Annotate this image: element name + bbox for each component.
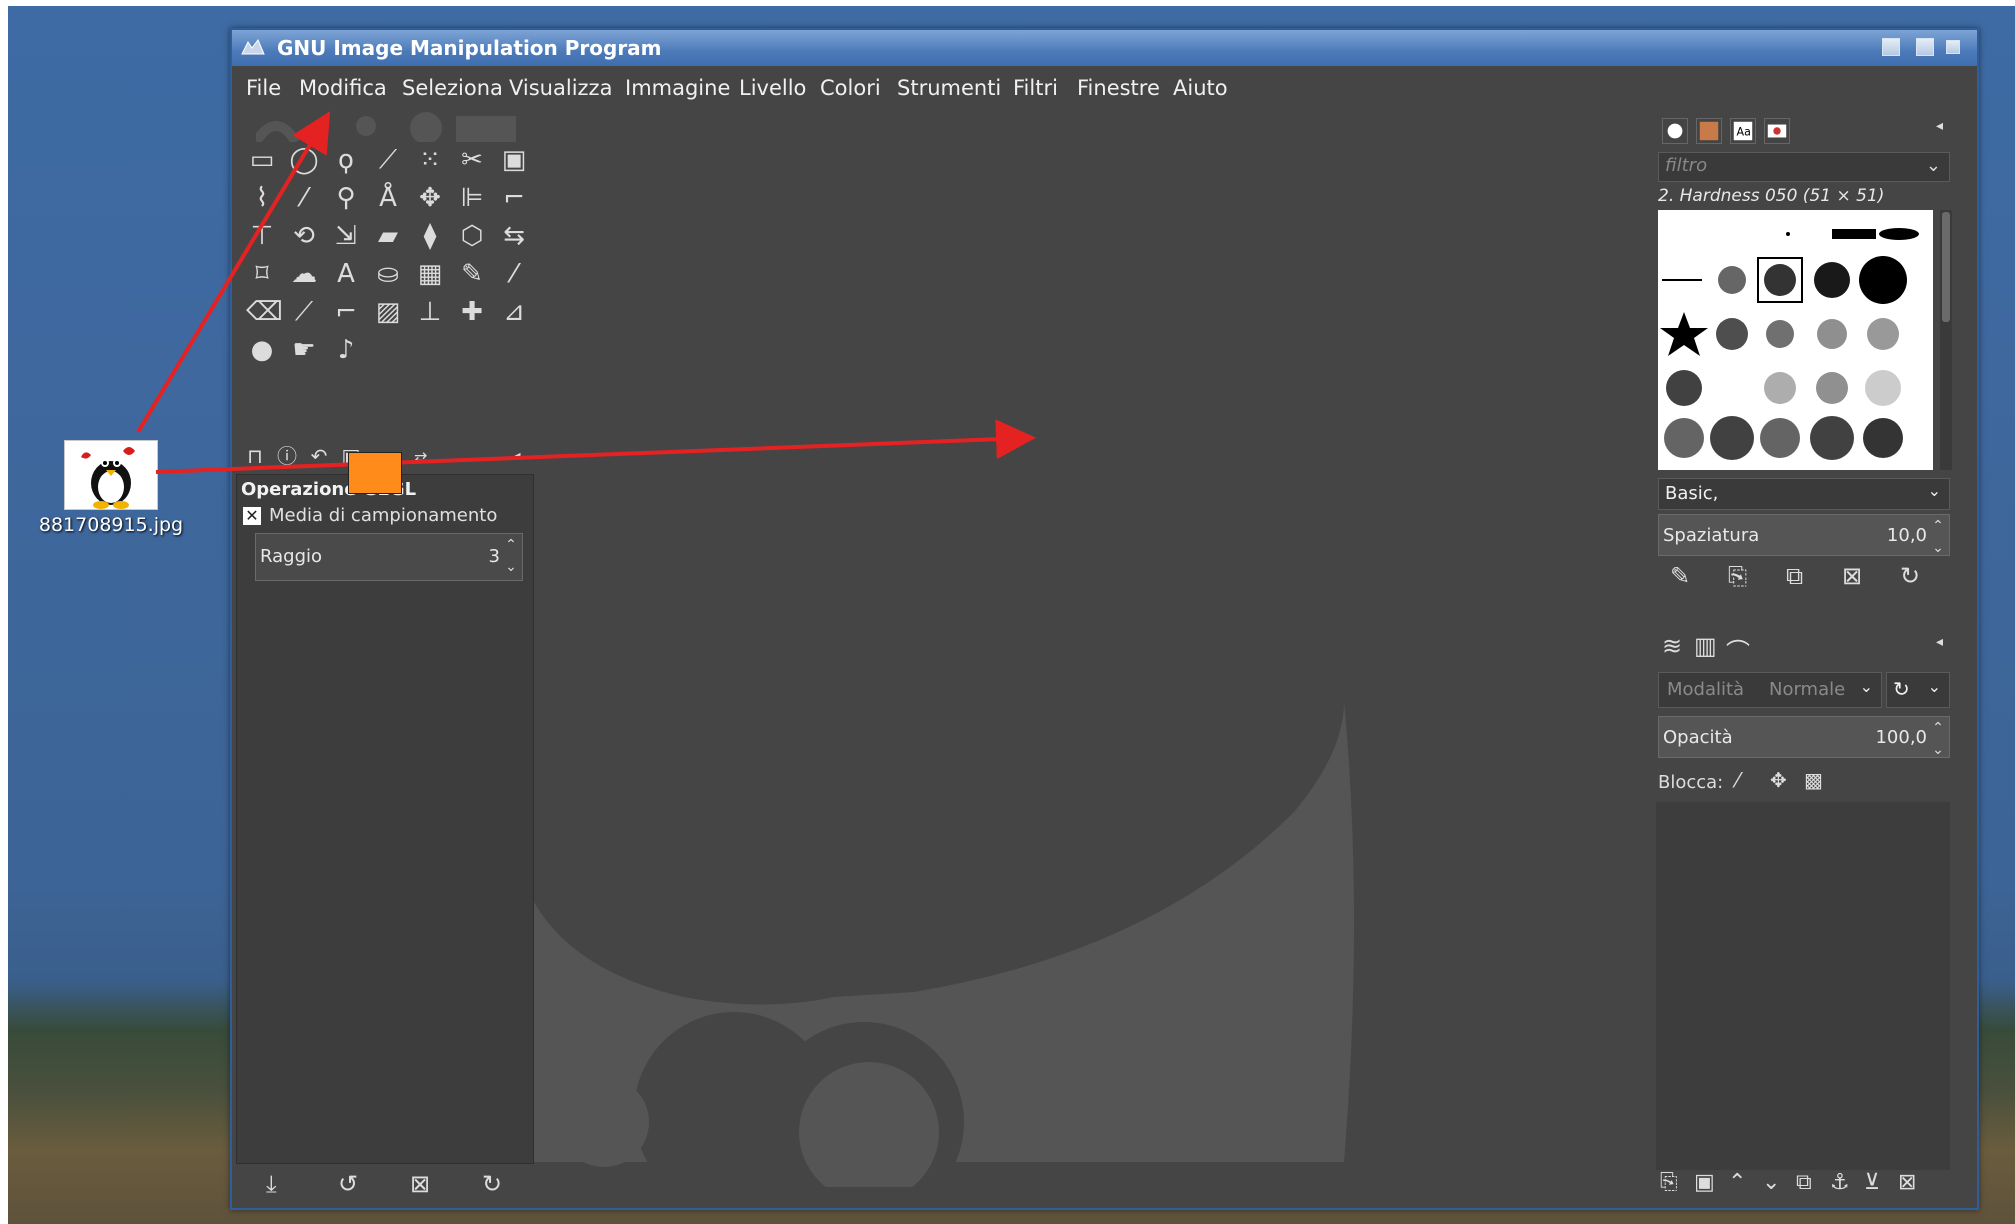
annotation-arrow-to-modifica (136, 111, 331, 434)
annotation-arrow-to-canvas (155, 419, 1036, 474)
foreground-color-swatch[interactable] (348, 452, 402, 494)
annotation-arrows (136, 111, 1036, 474)
